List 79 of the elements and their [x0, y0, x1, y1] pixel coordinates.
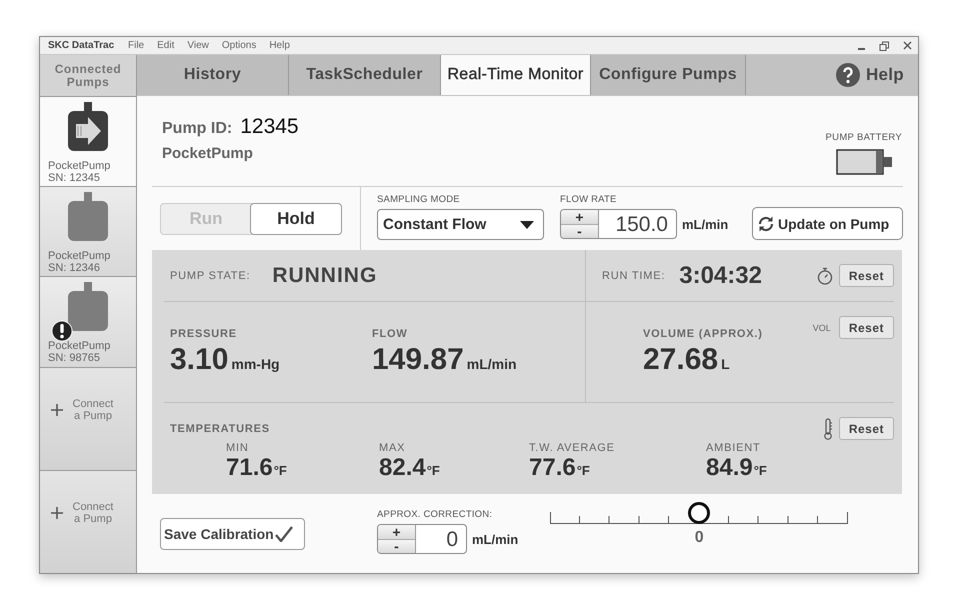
menu-item[interactable]: Edit — [157, 40, 174, 51]
mode-button[interactable]: Hold — [250, 202, 342, 234]
reading-label: FLOW — [372, 328, 409, 340]
state-label: PUMP STATE: — [170, 270, 250, 282]
reset-button[interactable]: Reset — [838, 316, 894, 339]
menu-item[interactable]: File — [128, 40, 144, 51]
unit-label: °F — [754, 463, 767, 478]
check-icon — [274, 526, 293, 542]
reading-value: 82.4 — [379, 454, 426, 481]
pump-state: RUNNING — [272, 264, 378, 288]
reading-label: VOLUME (APPROX.) — [643, 328, 763, 340]
reading-value: 3.10 — [170, 343, 228, 376]
reading-value: 84.9 — [706, 454, 753, 481]
field-label: FLOW RATE — [560, 194, 618, 205]
warning-icon — [51, 320, 73, 342]
reading-label: MAX — [379, 442, 406, 454]
reading-label: MIN — [226, 442, 250, 454]
reset-button[interactable]: Reset — [838, 417, 894, 440]
tab[interactable]: TaskScheduler — [289, 55, 441, 95]
volume-tag: VOL — [812, 322, 831, 332]
menu-item[interactable]: Help — [269, 40, 290, 51]
stopwatch-icon — [816, 266, 833, 284]
unit-label: L — [721, 356, 730, 372]
plus-icon — [50, 506, 64, 520]
menu-item[interactable]: Options — [222, 40, 256, 51]
minimize-icon — [858, 48, 865, 50]
section-label: TEMPERATURES — [170, 422, 270, 434]
pump-model: PocketPump — [162, 145, 254, 162]
unit-label: °F — [426, 463, 440, 478]
pump-item[interactable]: PocketPump SN: 98765 — [40, 277, 136, 368]
tab[interactable]: Real-Time Monitor — [441, 55, 591, 95]
unit-label: mL/min — [466, 356, 517, 372]
close-icon — [903, 41, 912, 50]
pump-item[interactable]: PocketPump SN: 12346 — [40, 187, 136, 278]
pump-id: 12345 — [240, 115, 299, 138]
reading-label: PRESSURE — [170, 328, 238, 340]
unit-label: mm-Hg — [231, 356, 280, 372]
unit-label: mL/min — [682, 216, 728, 232]
battery-icon — [836, 149, 894, 175]
pump-icon — [68, 102, 108, 152]
reading-label: AMBIENT — [706, 442, 762, 454]
field-label: SAMPLING MODE — [377, 194, 461, 205]
reading-label: T.W. AVERAGE — [529, 442, 616, 454]
reading-value: 71.6 — [226, 454, 273, 481]
help-icon — [834, 62, 861, 88]
connect-pump-slot[interactable]: Connect a Pump — [40, 368, 136, 471]
plus-icon — [50, 402, 64, 417]
tab[interactable]: History — [137, 55, 289, 95]
connect-pump-slot[interactable]: Connect a Pump — [40, 470, 136, 574]
slider-track[interactable] — [550, 502, 848, 524]
unit-label: mL/min — [472, 532, 518, 546]
caret-icon — [520, 220, 534, 228]
restore-icon — [879, 40, 889, 50]
pump-icon — [68, 192, 108, 242]
help-button[interactable]: Help — [834, 55, 918, 95]
menu-item[interactable]: View — [187, 40, 209, 51]
sidebar-header: Connected Pumps — [54, 62, 122, 88]
reading-value: 149.87 — [372, 343, 464, 376]
reset-button[interactable]: Reset — [838, 264, 894, 287]
run-time: 3:04:32 — [679, 262, 762, 290]
field-label: APPROX. CORRECTION: — [377, 509, 494, 520]
reading-value: 77.6 — [529, 454, 576, 481]
pump-icon — [68, 282, 108, 332]
app-title: SKC DataTrac — [48, 40, 116, 51]
run-time-label: RUN TIME: — [602, 270, 666, 282]
battery-label: PUMP BATTERY — [826, 132, 902, 143]
thermometer-icon — [822, 418, 833, 440]
reading-value: 27.68 — [643, 343, 718, 376]
save-button[interactable]: Save Calibration — [160, 518, 305, 550]
pump-id-label: Pump ID: — [162, 120, 232, 137]
slider-thumb[interactable] — [688, 502, 710, 524]
slider-value: 0 — [694, 529, 704, 547]
dropdown[interactable]: Constant Flow — [377, 209, 544, 240]
pump-item[interactable]: PocketPump SN: 12345 — [40, 97, 136, 188]
tab[interactable]: Configure Pumps — [591, 55, 746, 95]
unit-label: °F — [274, 463, 287, 478]
refresh-icon — [757, 214, 775, 232]
update-button[interactable]: Update on Pump — [752, 207, 903, 240]
unit-label: °F — [576, 463, 590, 478]
